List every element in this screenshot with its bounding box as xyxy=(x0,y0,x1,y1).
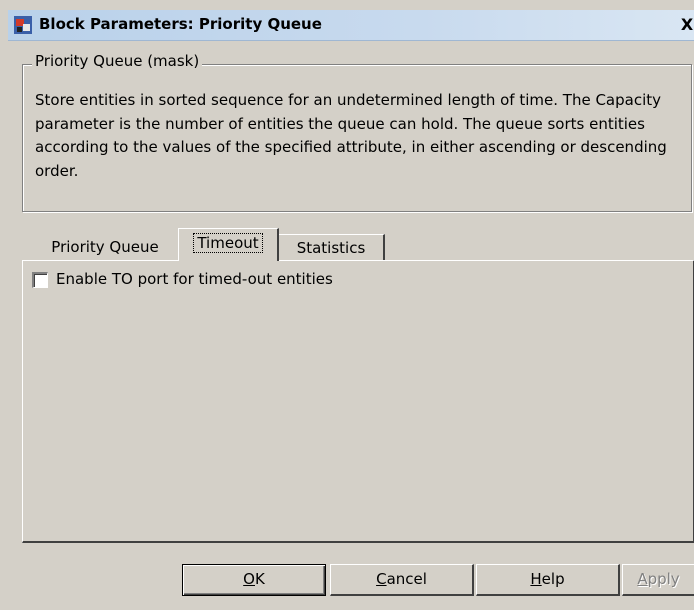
ok-label-rest: K xyxy=(254,570,265,588)
apply-mnemonic: A xyxy=(637,570,648,588)
help-label-rest: elp xyxy=(541,570,565,588)
tab-timeout[interactable]: Timeout xyxy=(178,228,279,261)
apply-label-rest: pply xyxy=(647,570,680,588)
timeout-tab-panel xyxy=(22,260,694,543)
dialog-window: Block Parameters: Priority Queue X Prior… xyxy=(0,0,694,610)
ok-button[interactable]: OK xyxy=(182,564,326,596)
ok-mnemonic: O xyxy=(243,570,255,588)
window-title: Block Parameters: Priority Queue xyxy=(39,15,322,33)
title-bar[interactable]: Block Parameters: Priority Queue X xyxy=(8,10,694,41)
close-icon[interactable]: X xyxy=(680,16,694,34)
enable-to-port-checkbox[interactable] xyxy=(32,272,48,288)
enable-to-port-label[interactable]: Enable TO port for timed-out entities xyxy=(56,270,333,288)
apply-button[interactable]: Apply xyxy=(622,564,694,596)
tab-priority-queue[interactable]: Priority Queue xyxy=(30,234,180,260)
cancel-mnemonic: C xyxy=(376,570,387,588)
tab-statistics[interactable]: Statistics xyxy=(278,234,385,261)
help-button[interactable]: Help xyxy=(476,564,620,596)
mask-group-title: Priority Queue (mask) xyxy=(32,52,203,70)
tab-label: Statistics xyxy=(296,239,366,257)
help-mnemonic: H xyxy=(530,570,542,588)
tab-label: Timeout xyxy=(193,233,263,253)
tab-label: Priority Queue xyxy=(51,238,159,256)
simulink-block-icon xyxy=(14,16,32,34)
cancel-label-rest: ancel xyxy=(386,570,427,588)
mask-description: Store entities in sorted sequence for an… xyxy=(35,91,667,180)
tab-strip: Priority Queue Timeout Statistics xyxy=(22,228,694,261)
cancel-button[interactable]: Cancel xyxy=(330,564,474,596)
